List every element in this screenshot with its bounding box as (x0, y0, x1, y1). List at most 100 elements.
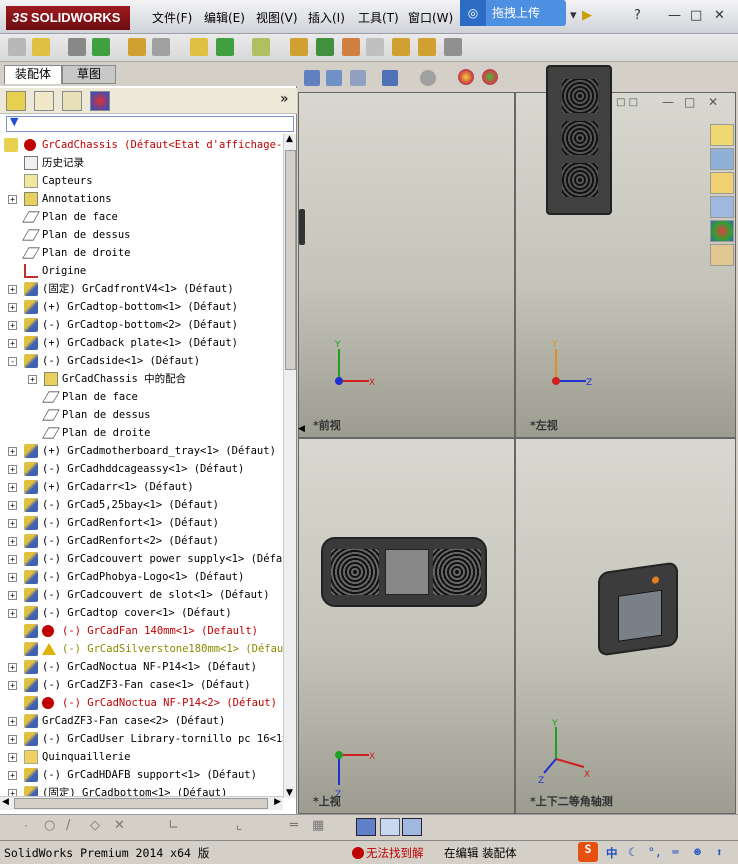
assembly-features-icon[interactable] (216, 38, 234, 56)
expand-icon[interactable]: + (8, 753, 17, 762)
menu-window[interactable]: 窗口(W) (408, 9, 453, 26)
home-icon[interactable] (710, 124, 734, 146)
scroll-up-icon[interactable]: ▲ (286, 134, 293, 144)
scroll-left-icon[interactable]: ◀ (2, 797, 9, 807)
minimize-icon[interactable]: — (668, 8, 681, 23)
help-icon[interactable]: ? (634, 8, 641, 23)
scroll-down-icon[interactable]: ▼ (286, 788, 293, 798)
expand-icon[interactable]: + (8, 573, 17, 582)
custom-properties-icon[interactable] (710, 244, 734, 266)
expand-icon[interactable]: + (8, 195, 17, 204)
instant3d-icon[interactable] (392, 38, 410, 56)
exploded-view-icon[interactable] (342, 38, 360, 56)
polygon-icon[interactable]: ◇ (90, 818, 100, 833)
mate-icon[interactable] (68, 38, 86, 56)
design-library-icon[interactable] (710, 172, 734, 194)
expand-icon[interactable]: + (8, 591, 17, 600)
upload-button[interactable]: ◎ 拖拽上传 (460, 0, 566, 26)
explode-line-icon[interactable] (366, 38, 384, 56)
collapse-icon[interactable]: - (8, 357, 17, 366)
linear-pattern-icon[interactable] (92, 38, 110, 56)
expand-icon[interactable]: + (8, 321, 17, 330)
expand-icon[interactable]: + (8, 735, 17, 744)
expand-icon[interactable]: + (8, 339, 17, 348)
property-manager-icon[interactable] (34, 91, 54, 111)
grid-icon[interactable]: ▦ (312, 818, 324, 833)
zoom-to-fit-icon[interactable] (304, 70, 320, 86)
viewport-close-icon[interactable]: ✕ (708, 95, 718, 109)
expand-icon[interactable]: + (8, 537, 17, 546)
horizontal-scroll-thumb[interactable] (14, 798, 268, 809)
new-motion-study-icon[interactable] (290, 38, 308, 56)
circle-icon[interactable]: ○ (44, 818, 55, 833)
expand-icon[interactable]: + (8, 717, 17, 726)
expand-icon[interactable]: + (28, 375, 37, 384)
viewport-top[interactable]: Z X *上视 (298, 438, 515, 814)
four-view-icon[interactable] (402, 818, 422, 836)
collapse-pane-icon[interactable]: ◀ (298, 424, 305, 434)
viewport-left[interactable]: □ □ — □ ✕ Y Z *左视 (515, 65, 736, 438)
show-hidden-icon[interactable] (190, 38, 208, 56)
pushpin-icon[interactable] (8, 38, 26, 56)
point-icon[interactable]: · (24, 819, 28, 833)
close-icon[interactable]: ✕ (714, 8, 725, 23)
user-icon[interactable]: ☻ (694, 845, 701, 859)
expand-icon[interactable]: + (8, 303, 17, 312)
menu-edit[interactable]: 编辑(E) (204, 9, 245, 26)
display-manager-icon[interactable] (90, 91, 110, 111)
dropdown-icon[interactable]: ▾ (570, 8, 577, 23)
open-folder-icon[interactable]: ▶ (582, 8, 592, 23)
viewport-restore-icon[interactable]: □ (684, 95, 695, 109)
configuration-manager-icon[interactable] (62, 91, 82, 111)
keyboard-icon[interactable]: ⌨ (672, 845, 679, 859)
file-explorer-icon[interactable] (710, 196, 734, 218)
expand-icon[interactable]: + (8, 501, 17, 510)
large-assembly-icon[interactable] (444, 38, 462, 56)
smart-fasteners-icon[interactable] (128, 38, 146, 56)
interference-icon[interactable] (418, 38, 436, 56)
scene-icon[interactable] (482, 69, 498, 85)
trim-icon[interactable]: ✕ (114, 818, 125, 833)
view-cube-icon[interactable] (356, 818, 376, 836)
bill-of-materials-icon[interactable] (316, 38, 334, 56)
menu-file[interactable]: 文件(F) (152, 9, 192, 26)
menu-insert[interactable]: 插入(I) (308, 9, 345, 26)
tree-horizontal-scrollbar[interactable]: ◀ ▶ (0, 796, 283, 810)
resources-icon[interactable] (710, 148, 734, 170)
upload-arrow-icon[interactable]: ⬆ (716, 845, 723, 859)
viewport-front[interactable]: Y X *前视 (298, 92, 515, 438)
appearances-icon[interactable] (710, 220, 734, 242)
mirror-icon[interactable]: ∟ (168, 818, 179, 833)
expand-icon[interactable]: + (8, 519, 17, 528)
viewport-isometric[interactable]: Y X Z *上下二等角轴测 (515, 438, 736, 814)
maximize-icon[interactable]: □ (690, 8, 702, 23)
menu-tools[interactable]: 工具(T) (358, 9, 399, 26)
view-orientation-icon[interactable] (382, 70, 398, 86)
tab-assembly[interactable]: 装配体 (4, 65, 62, 84)
filter-input[interactable]: ▼ (6, 115, 294, 132)
feature-manager-icon[interactable] (6, 91, 26, 111)
ime-logo-icon[interactable]: S (578, 842, 598, 862)
expand-icon[interactable]: + (8, 681, 17, 690)
status-error[interactable]: 无法找到解 (366, 845, 424, 861)
expand-icon[interactable]: + (8, 663, 17, 672)
expand-icon[interactable]: + (8, 483, 17, 492)
ime-language[interactable]: 中 (606, 845, 618, 861)
section-view-icon[interactable] (350, 70, 366, 86)
line-icon[interactable]: / (66, 818, 70, 833)
expand-icon[interactable]: + (8, 771, 17, 780)
expand-icon[interactable]: + (8, 465, 17, 474)
reference-geometry-icon[interactable] (252, 38, 270, 56)
expand-icon[interactable]: + (8, 285, 17, 294)
corner-icon[interactable]: ⌞ (236, 818, 242, 833)
punctuation-icon[interactable]: °, (648, 845, 662, 859)
solidworks-logo[interactable]: 3S SOLIDWORKS (6, 6, 130, 30)
scroll-right-icon[interactable]: ▶ (274, 797, 281, 807)
move-component-icon[interactable] (152, 38, 170, 56)
expand-icon[interactable]: + (8, 447, 17, 456)
menu-view[interactable]: 视图(V) (256, 9, 298, 26)
single-view-icon[interactable] (380, 818, 400, 836)
viewport-minimize-icon[interactable]: — (662, 95, 674, 109)
zoom-area-icon[interactable] (326, 70, 342, 86)
tab-sketch[interactable]: 草图 (62, 65, 116, 84)
